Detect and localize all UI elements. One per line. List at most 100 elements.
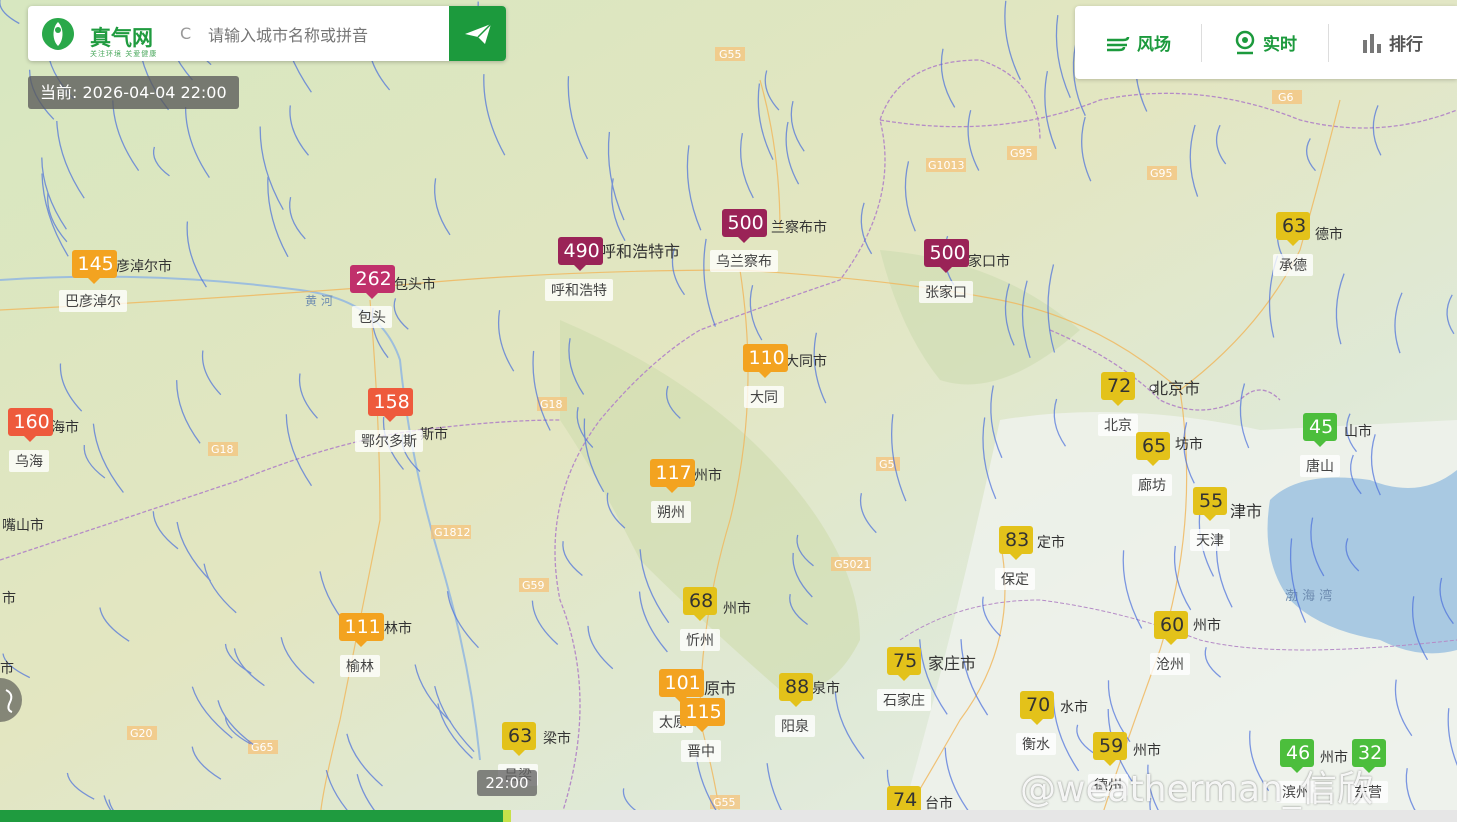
station-city-label: 沧州 bbox=[1150, 653, 1190, 675]
map-toolbar: 风场 实时 排行 bbox=[1075, 6, 1457, 79]
site-logo[interactable]: 真气网 关注环境 关爱健康 bbox=[38, 14, 168, 58]
aqi-marker-pointer bbox=[1112, 400, 1124, 406]
layer-control-handle[interactable] bbox=[0, 678, 22, 722]
aqi-marker-zhangjiakou[interactable]: 500 bbox=[923, 239, 969, 273]
svg-text:G5: G5 bbox=[879, 458, 895, 471]
map-label: 水市 bbox=[1060, 699, 1088, 716]
aqi-marker-cangzhou[interactable]: 60 bbox=[1154, 611, 1188, 645]
city-search-input[interactable] bbox=[206, 20, 460, 50]
station-city-label: 北京 bbox=[1098, 414, 1138, 436]
station-city-label: 榆林 bbox=[340, 655, 380, 677]
bar-chart-icon bbox=[1363, 33, 1381, 53]
leaf-logo-icon bbox=[42, 18, 74, 50]
aqi-marker-pointer bbox=[1031, 719, 1043, 725]
aqi-marker-langfang[interactable]: 65 bbox=[1136, 432, 1170, 466]
aqi-marker-pointer bbox=[384, 416, 396, 422]
map-label: 海市 bbox=[51, 419, 79, 436]
highway-shield: G95 bbox=[1007, 146, 1037, 160]
map-label: 家口市 bbox=[968, 253, 1010, 270]
search-bar: 真气网 关注环境 关爱健康 C bbox=[28, 6, 506, 61]
aqi-marker-dezhou[interactable]: 59 bbox=[1093, 732, 1127, 766]
svg-text:G1812: G1812 bbox=[434, 526, 471, 539]
wind-field-button[interactable]: 风场 bbox=[1075, 23, 1201, 63]
station-city-label: 保定 bbox=[995, 568, 1035, 590]
aqi-marker-pointer bbox=[696, 726, 708, 732]
aqi-marker-hengshui[interactable]: 70 bbox=[1020, 691, 1054, 725]
station-city-label: 晋中 bbox=[681, 740, 721, 762]
aqi-marker-tangshan[interactable]: 45 bbox=[1303, 413, 1337, 447]
aqi-marker-jinzhong[interactable]: 115 bbox=[679, 698, 725, 732]
map-label: 市 bbox=[0, 660, 14, 677]
logo-subtitle: 关注环境 关爱健康 bbox=[90, 50, 158, 58]
map-label: 德市 bbox=[1315, 226, 1343, 243]
svg-text:G59: G59 bbox=[522, 579, 545, 592]
station-city-label: 鄂尔多斯 bbox=[355, 430, 423, 452]
station-city-label: 阳泉 bbox=[775, 715, 815, 737]
aqi-marker-baotou[interactable]: 262 bbox=[349, 265, 395, 299]
highway-shield: G55 bbox=[715, 47, 745, 61]
aqi-marker-yangquan[interactable]: 88 bbox=[779, 673, 813, 707]
wind-field-label: 风场 bbox=[1137, 35, 1171, 55]
location-pin-icon bbox=[1235, 30, 1255, 54]
aqi-marker-ulanqab[interactable]: 500 bbox=[721, 209, 767, 243]
aqi-marker-baoding[interactable]: 83 bbox=[999, 526, 1033, 560]
layer-toggle-icon bbox=[5, 689, 13, 713]
station-city-label: 衡水 bbox=[1016, 733, 1056, 755]
aqi-marker-xinzhou[interactable]: 68 bbox=[683, 587, 717, 621]
highway-shield: G59 bbox=[519, 578, 549, 592]
aqi-marker-pointer bbox=[366, 293, 378, 299]
aqi-marker-wuhai[interactable]: 160 bbox=[7, 408, 53, 442]
map-label: 州市 bbox=[1193, 617, 1221, 634]
realtime-button[interactable]: 实时 bbox=[1202, 23, 1328, 63]
aqi-marker-lvliang[interactable]: 63 bbox=[502, 722, 536, 756]
highway-shield: G5021 bbox=[831, 557, 871, 571]
aqi-marker-pointer bbox=[759, 372, 771, 378]
aqi-marker-pointer bbox=[738, 237, 750, 243]
svg-text:G18: G18 bbox=[211, 443, 234, 456]
map-label: 林市 bbox=[384, 620, 412, 637]
aqi-marker-chengde[interactable]: 63 bbox=[1276, 212, 1310, 246]
svg-text:G20: G20 bbox=[130, 727, 153, 740]
aqi-marker-pointer bbox=[1287, 240, 1299, 246]
station-city-label: 包头 bbox=[352, 306, 392, 328]
map-label: 大同市 bbox=[785, 353, 827, 370]
aqi-marker-beijing[interactable]: 72 bbox=[1101, 372, 1135, 406]
aqi-marker-ordos[interactable]: 158 bbox=[367, 388, 413, 422]
station-city-label: 巴彦淖尔 bbox=[59, 290, 127, 312]
map-label: 州市 bbox=[694, 467, 722, 484]
highway-shield: G1013 bbox=[926, 158, 966, 172]
aqi-marker-shijiazhuang[interactable]: 75 bbox=[887, 647, 921, 681]
highway-shield: G95 bbox=[1147, 166, 1177, 180]
aqi-marker-hohhot[interactable]: 490 bbox=[557, 237, 603, 271]
yellow-river-label: 黄 河 bbox=[305, 294, 333, 308]
aqi-marker-pointer bbox=[1314, 441, 1326, 447]
aqi-marker-tianjin[interactable]: 55 bbox=[1193, 487, 1227, 521]
svg-text:G1013: G1013 bbox=[928, 159, 965, 172]
map-label: 北京市 bbox=[1152, 379, 1200, 398]
svg-text:G55: G55 bbox=[719, 48, 742, 61]
station-city-label: 张家口 bbox=[919, 281, 973, 303]
wind-icon bbox=[1107, 36, 1130, 51]
timeline-handle[interactable] bbox=[503, 810, 511, 822]
aqi-marker-pointer bbox=[1147, 460, 1159, 466]
aqi-marker-yulin[interactable]: 111 bbox=[338, 613, 384, 647]
aqi-marker-taiyuan[interactable]: 101 bbox=[658, 669, 704, 703]
refresh-icon[interactable]: C bbox=[180, 24, 191, 43]
highway-shield: G5 bbox=[876, 457, 900, 471]
aqi-marker-datong[interactable]: 110 bbox=[742, 344, 788, 378]
map-canvas[interactable]: 渤 海 湾 黄 河 G55 G6 G1013 G95 G95 G18 G18 G… bbox=[0, 0, 1457, 822]
map-label: 彦淖尔市 bbox=[116, 258, 172, 275]
aqi-marker-shuozhou[interactable]: 117 bbox=[649, 459, 695, 493]
map-label: 津市 bbox=[1230, 502, 1262, 521]
svg-text:G5021: G5021 bbox=[834, 558, 871, 571]
aqi-marker-pointer bbox=[355, 641, 367, 647]
aqi-marker-pointer bbox=[574, 265, 586, 271]
aqi-marker-pointer bbox=[790, 701, 802, 707]
aqi-marker-bayannur[interactable]: 145 bbox=[71, 250, 117, 284]
ranking-button[interactable]: 排行 bbox=[1329, 23, 1455, 63]
highway-shield: G1812 bbox=[431, 525, 471, 539]
svg-text:G65: G65 bbox=[251, 741, 274, 754]
station-city-label: 忻州 bbox=[680, 629, 720, 651]
timeline-bar[interactable] bbox=[0, 810, 1457, 822]
search-submit-button[interactable] bbox=[449, 6, 506, 61]
